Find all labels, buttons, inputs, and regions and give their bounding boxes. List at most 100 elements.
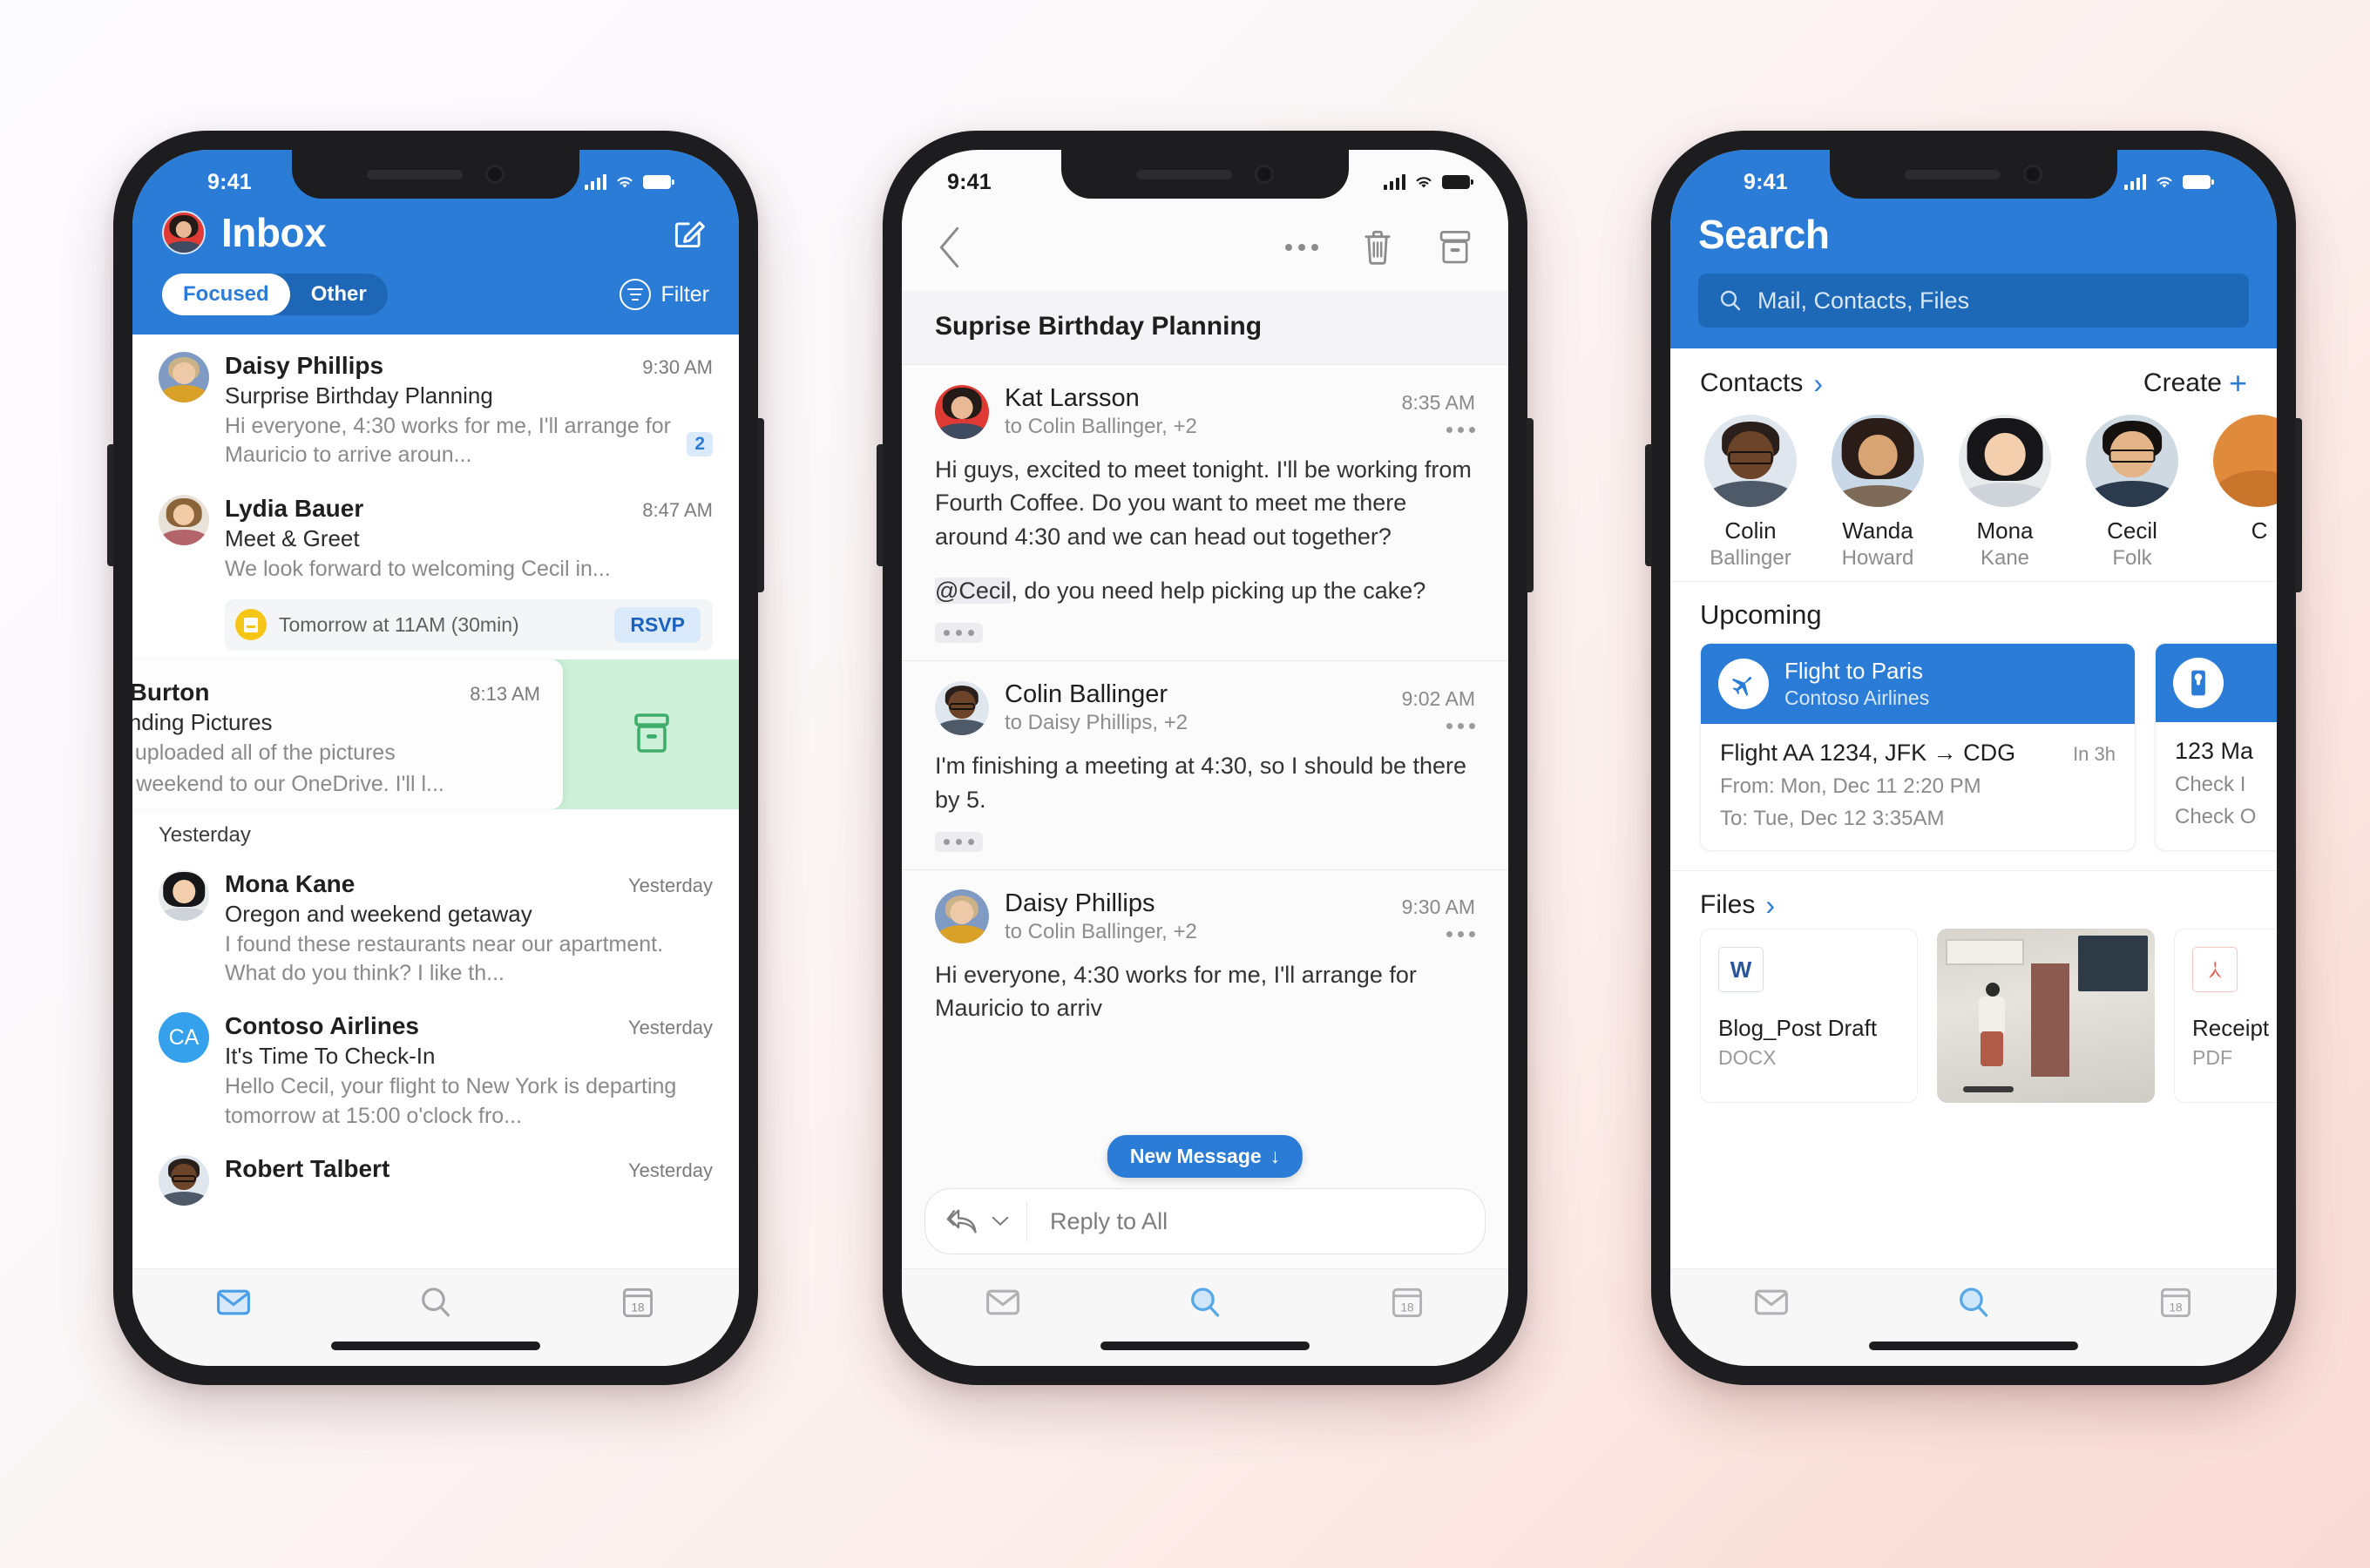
more-horizontal-icon[interactable] (1402, 722, 1475, 729)
message-preview-line1: il, I uploaded all of the pictures (132, 740, 396, 765)
status-bar: 9:41 (1698, 150, 2249, 204)
list-item[interactable]: CA Contoso Airlines Yesterday It's Time … (132, 995, 739, 1138)
more-horizontal-icon[interactable] (1402, 931, 1475, 938)
upcoming-card-flight[interactable]: Flight to Paris Contoso Airlines Flight … (1700, 643, 2136, 851)
flight-from: From: Mon, Dec 11 2:20 PM (1720, 774, 1981, 798)
trash-icon[interactable] (1360, 228, 1395, 267)
upcoming-carousel[interactable]: Flight to Paris Contoso Airlines Flight … (1670, 643, 2277, 870)
contact-first-name: C (2251, 517, 2268, 544)
message-time: 9:02 AM (1401, 686, 1475, 710)
message-item[interactable]: Daisy Phillips to Colin Ballinger, +2 9:… (902, 869, 1508, 1043)
hotel-address: 123 Ma (2175, 738, 2254, 764)
reply-input-container[interactable]: Reply to All (924, 1188, 1486, 1254)
bottom-tab-bar[interactable]: 18 (902, 1268, 1508, 1366)
arrow-down-icon: ↓ (1270, 1145, 1281, 1167)
compose-icon[interactable] (671, 213, 709, 252)
search-input-container[interactable]: Mail, Contacts, Files (1698, 274, 2249, 328)
message-preview: We look forward to welcoming Cecil in... (225, 556, 611, 581)
message-time: Yesterday (627, 1017, 713, 1039)
message-subject: Surprise Birthday Planning (225, 382, 493, 409)
bottom-tab-bar[interactable]: 18 (1670, 1268, 2277, 1366)
search-tab[interactable] (1872, 1283, 2075, 1321)
avatar[interactable] (162, 211, 206, 254)
flight-to: To: Tue, Dec 12 3:35AM (1720, 807, 1945, 830)
contact-item[interactable]: Mona Kane (1954, 415, 2055, 571)
envelope-icon (1755, 1289, 1788, 1315)
day-separator: Yesterday (159, 822, 251, 847)
calendar-tab[interactable]: 18 (1306, 1283, 1508, 1321)
file-item-pdf[interactable]: Receipt PDF (2174, 929, 2277, 1103)
rsvp-button[interactable]: RSVP (614, 606, 701, 643)
message-preview: I found these restaurants near our apart… (225, 931, 664, 985)
avatar (1832, 415, 1924, 507)
conversation-subject: Suprise Birthday Planning (902, 291, 1508, 365)
status-indicators (584, 174, 674, 190)
contact-item[interactable]: Wanda Howard (1827, 415, 1928, 571)
create-button[interactable]: Create + (2143, 368, 2247, 399)
contact-item[interactable]: C (2209, 415, 2277, 571)
avatar (1704, 415, 1797, 507)
door-hanger-icon (2173, 658, 2224, 708)
contacts-link[interactable]: Contacts › (1700, 368, 1823, 398)
more-horizontal-icon[interactable] (1285, 244, 1318, 251)
contact-last-name: Ballinger (1710, 546, 1791, 570)
tab-other[interactable]: Other (290, 274, 388, 315)
avatar (159, 869, 209, 921)
contact-last-name: Howard (1841, 546, 1914, 570)
file-item-image[interactable] (1937, 929, 2155, 1103)
swiped-message-card[interactable]: te Burton 8:13 AM Bonding Pictures il, I… (132, 659, 563, 809)
list-item[interactable]: Lydia Bauer 8:47 AM Meet & Greet We look… (132, 477, 739, 591)
status-time: 9:41 (1744, 169, 1788, 194)
expand-quoted-text-button[interactable] (935, 623, 983, 644)
files-carousel[interactable]: W Blog_Post Draft DOCX Receipt PDF (1670, 929, 2277, 1103)
message-item[interactable]: Colin Ballinger to Daisy Phillips, +2 9:… (902, 661, 1508, 870)
search-input[interactable]: Mail, Contacts, Files (1757, 287, 1969, 314)
focused-other-pivot[interactable]: Focused Other (162, 274, 388, 315)
search-tab[interactable] (1104, 1283, 1306, 1321)
list-item[interactable]: Mona Kane Yesterday Oregon and weekend g… (132, 853, 739, 996)
contact-first-name: Wanda (1842, 517, 1913, 544)
reply-mode-selector[interactable] (925, 1201, 1027, 1241)
list-item[interactable]: Daisy Phillips 9:30 AM Surprise Birthday… (132, 335, 739, 477)
archive-icon[interactable] (1437, 228, 1473, 267)
message-preview: Hi everyone, 4:30 works for me, I'll arr… (225, 414, 671, 468)
files-link[interactable]: Files › (1700, 890, 1775, 920)
avatar-initials: CA (159, 1012, 209, 1064)
contact-item[interactable]: Colin Ballinger (1700, 415, 1801, 571)
mail-tab[interactable] (1670, 1283, 1872, 1321)
upcoming-card-hotel[interactable]: 123 Ma Check I Check O (2155, 643, 2277, 851)
avatar (2213, 415, 2277, 507)
inbox-message-list[interactable]: Daisy Phillips 9:30 AM Surprise Birthday… (132, 335, 739, 1240)
contacts-carousel[interactable]: Colin Ballinger Wanda Howard Mona Kane C… (1670, 411, 2277, 581)
mail-tab[interactable] (902, 1283, 1104, 1321)
status-bar: 9:41 (902, 150, 1508, 204)
list-item-swiped[interactable]: te Burton 8:13 AM Bonding Pictures il, I… (132, 659, 739, 809)
search-content[interactable]: Contacts › Create + Colin Ballinger Wand… (1670, 348, 2277, 1258)
mail-tab[interactable] (132, 1283, 335, 1321)
upcoming-card-header (2156, 644, 2277, 722)
wifi-icon (2157, 177, 2172, 188)
tab-focused[interactable]: Focused (162, 274, 290, 315)
event-invite-row[interactable]: Tomorrow at 11AM (30min) RSVP (225, 598, 713, 651)
more-horizontal-icon[interactable] (1402, 426, 1475, 433)
page-title: Inbox (221, 210, 327, 255)
search-tab[interactable] (335, 1283, 537, 1321)
chevron-left-icon[interactable] (937, 226, 966, 269)
new-message-button[interactable]: New Message ↓ (1107, 1135, 1304, 1178)
calendar-tab[interactable]: 18 (2075, 1283, 2277, 1321)
message-item[interactable]: Kat Larsson to Colin Ballinger, +2 8:35 … (902, 365, 1508, 662)
event-time-label: Tomorrow at 11AM (30min) (279, 612, 519, 636)
calendar-tab[interactable]: 18 (537, 1283, 739, 1321)
bottom-tab-bar[interactable]: 18 (132, 1268, 739, 1366)
list-item[interactable]: Robert Talbert Yesterday (132, 1138, 739, 1213)
filter-button[interactable]: Filter (620, 279, 709, 310)
contact-item[interactable]: Cecil Folk (2082, 415, 2183, 571)
battery-full-icon (2183, 175, 2214, 189)
filter-icon (620, 279, 652, 310)
reply-input[interactable]: Reply to All (1027, 1208, 1168, 1235)
file-item-docx[interactable]: W Blog_Post Draft DOCX (1700, 929, 1918, 1103)
mention-chip[interactable]: @Cecil (935, 577, 1012, 604)
chevron-right-icon: › (1765, 889, 1775, 921)
expand-quoted-text-button[interactable] (935, 831, 983, 852)
search-icon (422, 1288, 450, 1317)
